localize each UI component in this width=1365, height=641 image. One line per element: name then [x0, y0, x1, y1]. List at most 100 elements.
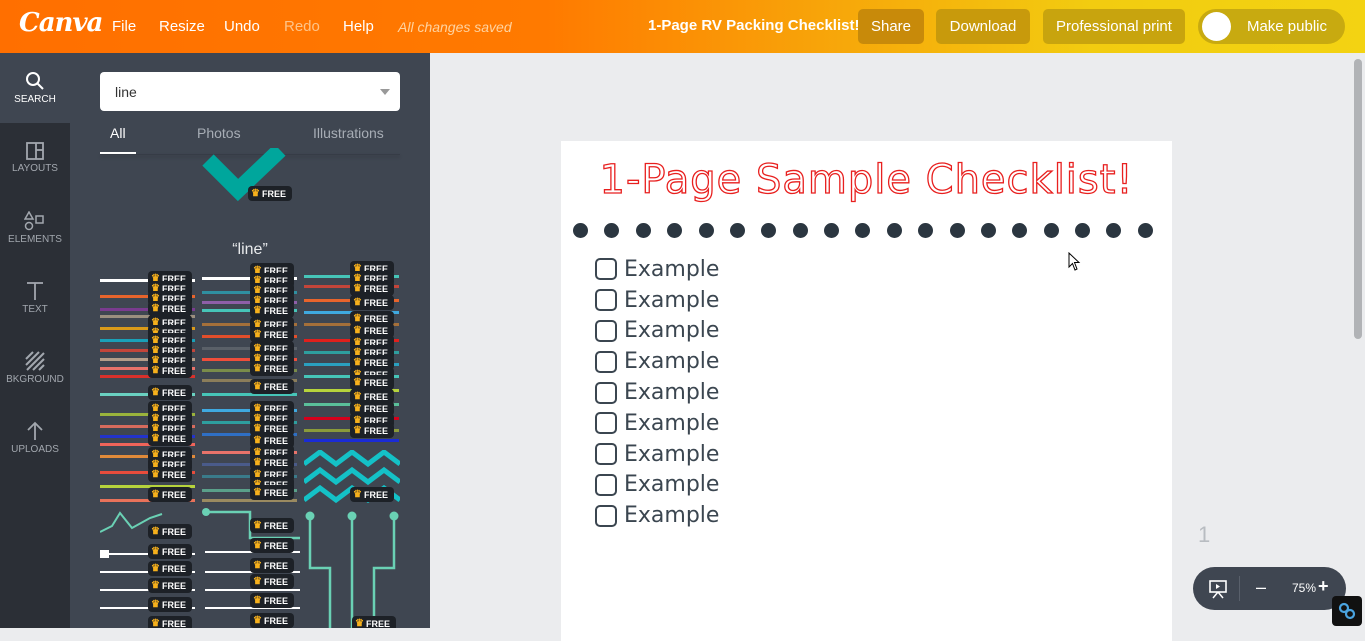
- divider-dot: [1043, 223, 1059, 238]
- free-badge: ♛FREE: [250, 361, 294, 376]
- crown-icon: ♛: [355, 618, 364, 628]
- divider-dot: [824, 223, 839, 238]
- sidebar-item-layouts[interactable]: LAYOUTS: [0, 123, 70, 193]
- crown-icon: ♛: [353, 489, 362, 500]
- left-sidebar: SEARCH LAYOUTS ELEMENTS TEXT BKGROUND UP…: [0, 53, 70, 628]
- dropdown-caret-icon[interactable]: [380, 89, 390, 95]
- checklist-item[interactable]: Example: [595, 346, 719, 377]
- checklist-item[interactable]: Example: [595, 439, 719, 470]
- checklist: Example Example Example Example Example Examp…: [595, 254, 719, 531]
- sidebar-item-search[interactable]: SEARCH: [0, 53, 70, 123]
- checklist-item[interactable]: Example: [595, 408, 719, 439]
- free-badge: ♛FREE: [350, 487, 394, 502]
- share-button[interactable]: Share: [858, 9, 924, 44]
- divider-dot: [667, 223, 683, 238]
- tab-photos[interactable]: Photos: [197, 125, 241, 141]
- sidebar-item-background[interactable]: BKGROUND: [0, 333, 70, 403]
- design-page[interactable]: 1-Page Sample Checklist! Example Example E…: [561, 141, 1172, 641]
- checkbox-icon[interactable]: [595, 443, 617, 466]
- background-icon: [25, 351, 45, 371]
- sidebar-item-uploads[interactable]: UPLOADS: [0, 403, 70, 473]
- checklist-item-label: Example: [624, 410, 720, 436]
- canva-logo[interactable]: Canva: [19, 8, 103, 38]
- crown-icon: ♛: [253, 329, 262, 340]
- crown-icon: ♛: [151, 489, 160, 500]
- search-input[interactable]: line: [100, 72, 400, 111]
- crown-icon: ♛: [253, 363, 262, 374]
- crown-icon: ♛: [151, 365, 160, 376]
- free-badge: ♛FREE: [148, 544, 192, 559]
- free-badge: ♛FREE: [250, 303, 294, 318]
- search-value: line: [115, 84, 137, 100]
- menu-resize[interactable]: Resize: [159, 0, 205, 53]
- divider-dot: [761, 223, 777, 238]
- sidebar-item-elements[interactable]: ELEMENTS: [0, 193, 70, 263]
- checkbox-icon[interactable]: [595, 504, 617, 527]
- line-thumbnail[interactable]: [304, 439, 399, 442]
- checklist-item-label: Example: [624, 287, 720, 313]
- make-public-toggle[interactable]: Make public: [1198, 9, 1345, 44]
- crown-icon: ♛: [353, 425, 362, 436]
- checkbox-icon[interactable]: [595, 381, 617, 404]
- crown-icon: ♛: [151, 433, 160, 444]
- zoom-out-button[interactable]: –: [1256, 577, 1266, 598]
- menu-help[interactable]: Help: [343, 0, 374, 53]
- free-badge: ♛FREE: [250, 558, 294, 573]
- free-badge: ♛FREE: [350, 295, 394, 310]
- zoom-divider: [1239, 576, 1240, 601]
- divider-dot: [792, 223, 808, 238]
- vertical-scrollbar[interactable]: [1354, 59, 1362, 339]
- tab-all[interactable]: All: [110, 125, 126, 141]
- free-badge: ♛FREE: [148, 578, 192, 593]
- free-badge: ♛FREE: [250, 485, 294, 500]
- present-icon[interactable]: [1209, 579, 1227, 599]
- elements-icon: [24, 211, 44, 231]
- checklist-item[interactable]: Example: [595, 254, 719, 285]
- menu-redo[interactable]: Redo: [284, 0, 320, 53]
- crown-icon: ♛: [253, 595, 262, 606]
- checklist-item[interactable]: Example: [595, 316, 719, 347]
- divider-dot: [980, 223, 996, 238]
- divider-dot: [635, 223, 651, 238]
- free-badge: ♛FREE: [250, 538, 294, 553]
- sidebar-label: TEXT: [22, 304, 48, 315]
- zoom-level[interactable]: 75%: [1292, 581, 1316, 595]
- tab-illustrations[interactable]: Illustrations: [313, 125, 384, 141]
- menu-file[interactable]: File: [112, 0, 136, 53]
- checklist-item-label: Example: [624, 503, 720, 529]
- free-badge: ♛FREE: [148, 524, 192, 539]
- top-bar: Canva File Resize Undo Redo Help All cha…: [0, 0, 1365, 53]
- sidebar-label: ELEMENTS: [8, 234, 62, 245]
- checklist-item[interactable]: Example: [595, 470, 719, 501]
- checkbox-icon[interactable]: [595, 473, 617, 496]
- checklist-item[interactable]: Example: [595, 285, 719, 316]
- professional-print-button[interactable]: Professional print: [1043, 9, 1185, 44]
- checkbox-icon[interactable]: [595, 319, 617, 342]
- free-badge: ♛FREE: [148, 487, 192, 502]
- free-badge: ♛FREE: [350, 375, 394, 390]
- menu-undo[interactable]: Undo: [224, 0, 260, 53]
- sidebar-item-text[interactable]: TEXT: [0, 263, 70, 333]
- dotted-divider[interactable]: [573, 223, 1153, 239]
- zoom-in-button[interactable]: +: [1318, 576, 1329, 597]
- crown-icon: ♛: [353, 377, 362, 388]
- checkbox-icon[interactable]: [595, 412, 617, 435]
- download-button[interactable]: Download: [936, 9, 1030, 44]
- checklist-item[interactable]: Example: [595, 377, 719, 408]
- link-icon: [1338, 602, 1356, 620]
- checkbox-icon[interactable]: [595, 350, 617, 373]
- checkbox-icon[interactable]: [595, 289, 617, 312]
- checklist-item[interactable]: Example: [595, 500, 719, 531]
- document-title[interactable]: 1-Page RV Packing Checklist!: [648, 17, 859, 34]
- free-badge: ♛FREE: [148, 363, 192, 378]
- free-badge: ♛FREE: [248, 186, 292, 201]
- free-badge: ♛FREE: [148, 597, 192, 612]
- divider-dot: [855, 223, 871, 238]
- search-icon: [26, 72, 44, 90]
- checkbox-icon[interactable]: [595, 258, 617, 281]
- free-badge: ♛FREE: [250, 613, 294, 628]
- page-title[interactable]: 1-Page Sample Checklist!: [561, 156, 1172, 203]
- upload-icon: [27, 421, 43, 440]
- link-button[interactable]: [1332, 596, 1362, 626]
- divider-dot: [1075, 223, 1090, 238]
